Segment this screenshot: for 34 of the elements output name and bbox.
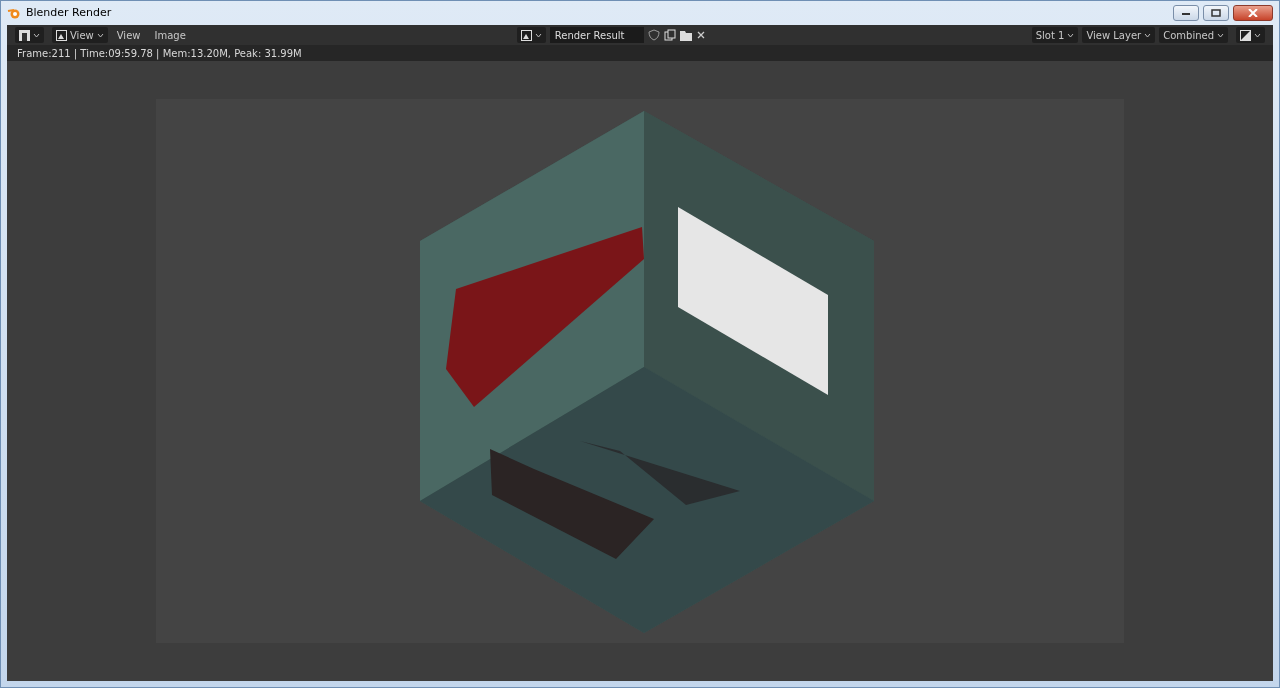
close-icon [1248,9,1258,17]
caret-icon [534,32,542,38]
window-title: Blender Render [26,4,112,21]
browse-image-button[interactable] [516,27,546,43]
editor-type-icon [19,29,30,41]
view-layer-dropdown[interactable]: View Layer [1082,27,1156,43]
view-mode-dropdown[interactable]: View [52,27,108,43]
app-logo-icon [7,7,21,19]
image-icon [56,29,67,41]
caret-icon [96,32,104,38]
folder-icon[interactable] [679,29,692,41]
close-button[interactable] [1233,5,1273,21]
caret-icon [1254,32,1261,38]
caret-icon [1217,32,1224,38]
display-mode-icon [1240,29,1251,41]
close-icon[interactable] [695,30,706,40]
slot-dropdown[interactable]: Slot 1 [1031,27,1079,43]
display-mode-button[interactable] [1236,27,1265,43]
editor-type-button[interactable] [15,27,44,43]
header-menu[interactable]: View [111,27,146,43]
caret-icon [1144,32,1152,38]
render-stats-text: Frame:211 | Time:09:59.78 | Mem:13.20M, Peak: 31.99M [17,46,302,61]
maximize-icon [1211,9,1221,17]
caret-icon [33,32,40,38]
caret-icon [1067,32,1075,38]
render-pass-dropdown[interactable]: Combined [1159,27,1228,43]
minimize-button[interactable] [1173,5,1199,21]
duplicate-icon[interactable] [663,29,676,41]
header-menu[interactable]: Image [149,27,191,43]
minimize-icon [1181,10,1191,16]
maximize-button[interactable] [1203,5,1229,21]
image-icon [520,29,532,41]
shield-icon[interactable] [647,29,660,41]
image-name-field[interactable]: Render Result [549,27,644,43]
